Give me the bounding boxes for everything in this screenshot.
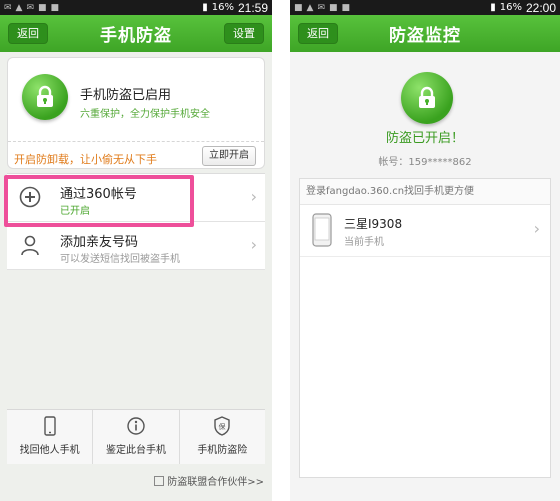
warning-icon: ▲ bbox=[15, 2, 23, 13]
back-button[interactable]: 返回 bbox=[8, 23, 48, 44]
device-status: 当前手机 bbox=[344, 237, 384, 248]
notification-icon: ■ bbox=[294, 2, 303, 13]
battery-text: 16% bbox=[499, 2, 522, 13]
account-label: 帐号： bbox=[378, 157, 409, 168]
find-others-phone-button[interactable]: 找回他人手机 bbox=[7, 410, 94, 464]
login-hint: 登录fangdao.360.cn找回手机更方便 bbox=[300, 179, 550, 205]
lock-icon bbox=[401, 72, 453, 124]
right-phone-screen: ■ ▲ ✉ ■ ■ ▮ 16% 22:00 返回 防盗监控 防盗已开启！ 帐号：… bbox=[290, 0, 560, 501]
list-item-add-contact[interactable]: 添加亲友号码 可以发送短信找回被盗手机 › bbox=[7, 222, 265, 270]
status-subtitle: 六重保护，全力保护手机安全 bbox=[80, 109, 210, 120]
page-title: 手机防盗 bbox=[100, 26, 172, 46]
button-label: 鉴定此台手机 bbox=[105, 445, 166, 456]
phone-icon bbox=[312, 213, 332, 247]
status-bar: ■ ▲ ✉ ■ ■ ▮ 16% 22:00 bbox=[290, 0, 560, 15]
warning-icon: ▲ bbox=[306, 2, 314, 13]
person-icon bbox=[21, 235, 39, 256]
account-info: 帐号：159*****862 bbox=[290, 153, 560, 168]
button-label: 找回他人手机 bbox=[19, 445, 80, 456]
back-button[interactable]: 返回 bbox=[298, 23, 338, 44]
partner-icon bbox=[154, 475, 165, 486]
notification-icon: ✉ bbox=[317, 2, 325, 13]
divider bbox=[8, 141, 264, 142]
signal-icon: ▮ bbox=[202, 2, 208, 13]
page-title: 防盗监控 bbox=[389, 26, 461, 46]
account-value: 159*****862 bbox=[408, 157, 472, 168]
protection-status-card: 手机防盗已启用 六重保护，全力保护手机安全 开启防卸载，让小偷无从下手 立即开启 bbox=[7, 57, 265, 169]
title-bar: 返回 手机防盗 设置 bbox=[0, 15, 272, 52]
item-description: 可以发送短信找回被盗手机 bbox=[60, 254, 180, 265]
status-time: 22:00 bbox=[525, 0, 556, 15]
app-icon: ■ bbox=[341, 2, 351, 13]
shield-icon: 保 bbox=[214, 416, 231, 436]
phone-icon bbox=[43, 416, 56, 436]
verify-phone-button[interactable]: 鉴定此台手机 bbox=[93, 410, 180, 464]
bottom-toolbar: 找回他人手机 鉴定此台手机 保 手机防盗险 bbox=[7, 409, 265, 464]
phone-insurance-button[interactable]: 保 手机防盗险 bbox=[180, 410, 265, 464]
settings-button[interactable]: 设置 bbox=[224, 23, 264, 44]
info-icon bbox=[127, 417, 145, 435]
enable-now-button[interactable]: 立即开启 bbox=[202, 146, 256, 166]
app-icon: ■ bbox=[50, 2, 60, 13]
anti-uninstall-hint: 开启防卸载，让小偷无从下手 bbox=[14, 153, 157, 166]
partner-link[interactable]: 防盗联盟合作伙伴>> bbox=[154, 473, 264, 488]
app-icon: ■ bbox=[328, 2, 338, 13]
chevron-right-icon: › bbox=[250, 187, 257, 206]
status-bar: ✉ ▲ ✉ ■ ■ ▮ 16% 21:59 bbox=[0, 0, 272, 15]
left-phone-screen: ✉ ▲ ✉ ■ ■ ▮ 16% 21:59 返回 手机防盗 设置 手机防盗已启用… bbox=[0, 0, 272, 501]
monitor-status-title: 防盗已开启！ bbox=[385, 131, 464, 146]
notification-icons: ✉ ▲ ✉ ■ ■ bbox=[4, 3, 202, 13]
chevron-right-icon: › bbox=[533, 219, 540, 238]
chevron-right-icon: › bbox=[250, 235, 257, 254]
status-time: 21:59 bbox=[237, 0, 268, 15]
device-panel: 登录fangdao.360.cn找回手机更方便 三星I9308 当前手机 › bbox=[299, 178, 551, 478]
title-bar: 返回 防盗监控 bbox=[290, 15, 560, 52]
device-list-item[interactable]: 三星I9308 当前手机 › bbox=[300, 205, 550, 257]
battery-text: 16% bbox=[211, 2, 234, 13]
notification-icon: ✉ bbox=[26, 2, 35, 13]
app-icon: ■ bbox=[38, 2, 47, 13]
item-label: 添加亲友号码 bbox=[60, 235, 139, 250]
status-title: 手机防盗已启用 bbox=[80, 88, 172, 103]
notification-icons: ■ ▲ ✉ ■ ■ bbox=[294, 3, 490, 13]
lock-icon bbox=[22, 74, 68, 120]
svg-text:保: 保 bbox=[219, 422, 226, 431]
device-name: 三星I9308 bbox=[344, 217, 403, 231]
button-label: 手机防盗险 bbox=[197, 445, 248, 456]
partner-link-label: 防盗联盟合作伙伴>> bbox=[167, 477, 264, 488]
notification-icon: ✉ bbox=[4, 2, 12, 13]
signal-icon: ▮ bbox=[490, 2, 496, 13]
highlight-frame bbox=[4, 175, 194, 227]
